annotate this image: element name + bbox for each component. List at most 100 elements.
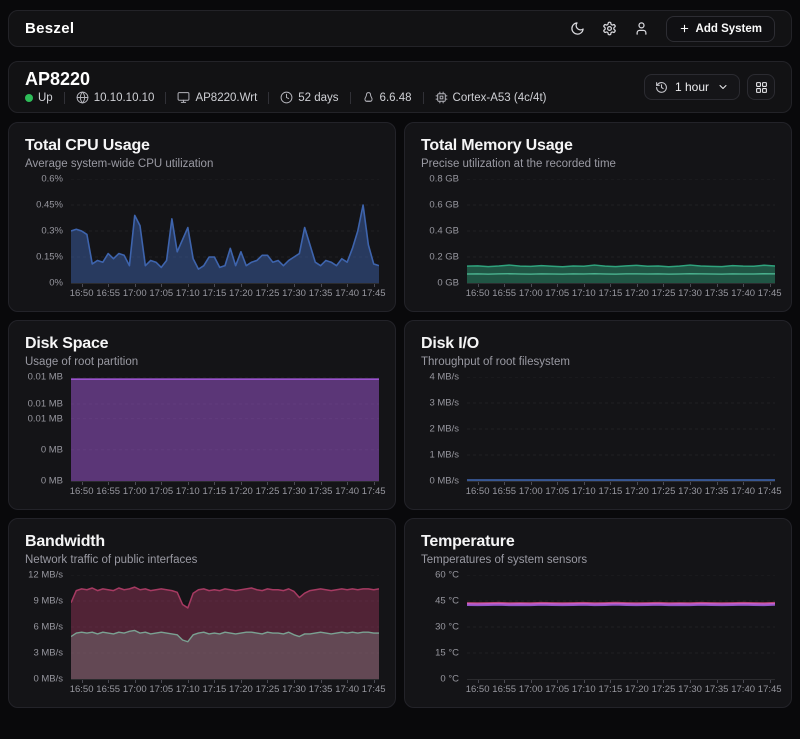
x-tick-mark — [347, 482, 348, 485]
y-axis: 0.01 MB0.01 MB0.01 MB0 MB0 MB — [25, 377, 71, 481]
chart-plot-area[interactable]: 16:5016:5517:0017:0517:1017:1517:2017:25… — [71, 377, 379, 481]
chart-plot-area[interactable]: 16:5016:5517:0017:0517:1017:1517:2017:25… — [71, 575, 379, 679]
y-tick-label: 45 °C — [435, 596, 459, 607]
layout-grid-button[interactable] — [747, 74, 775, 100]
x-tick-mark — [267, 482, 268, 485]
x-tick-label: 17:45 — [362, 288, 386, 299]
x-tick-label: 16:50 — [70, 684, 94, 695]
x-tick-mark — [82, 284, 83, 287]
memory-chart: 0.8 GB0.6 GB0.4 GB0.2 GB0 GB16:5016:5517… — [421, 179, 775, 300]
add-system-button[interactable]: Add System — [666, 16, 775, 42]
y-tick-label: 0 MB — [41, 445, 63, 456]
x-tick-label: 16:55 — [492, 486, 516, 497]
chart-plot-area[interactable]: 16:5016:5517:0017:0517:1017:1517:2017:25… — [467, 575, 775, 679]
x-tick-mark — [504, 482, 505, 485]
system-meta-row: Up 10.10.10.10 AP8220.Wrt — [25, 91, 546, 104]
x-tick-mark — [663, 284, 664, 287]
x-tick-label: 17:20 — [229, 288, 253, 299]
x-tick-mark — [294, 680, 295, 683]
x-tick-label: 17:05 — [149, 486, 173, 497]
x-tick-label: 17:15 — [598, 486, 622, 497]
x-tick-label: 17:25 — [652, 684, 676, 695]
x-tick-label: 17:20 — [229, 486, 253, 497]
system-kernel: 6.6.48 — [362, 91, 412, 104]
x-tick-mark — [690, 482, 691, 485]
y-tick-label: 3 MB/s — [429, 398, 459, 409]
page: Beszel Add System — [0, 0, 800, 708]
divider — [64, 92, 65, 104]
chart-canvas — [71, 575, 379, 679]
x-tick-label: 17:10 — [572, 486, 596, 497]
chart-plot-area[interactable]: 16:5016:5517:0017:0517:1017:1517:2017:25… — [467, 179, 775, 283]
chart-plot-area[interactable]: 16:5016:5517:0017:0517:1017:1517:2017:25… — [71, 179, 379, 283]
x-tick-mark — [241, 680, 242, 683]
globe-icon — [76, 91, 89, 104]
y-tick-label: 3 MB/s — [33, 648, 63, 659]
chart-card-disk-io: Disk I/O Throughput of root filesystem 4… — [404, 320, 792, 510]
x-tick-label: 17:30 — [282, 288, 306, 299]
chart-subtitle: Average system-wide CPU utilization — [25, 158, 379, 170]
x-tick-label: 17:10 — [176, 288, 200, 299]
y-tick-label: 30 °C — [435, 622, 459, 633]
x-tick-label: 16:55 — [492, 684, 516, 695]
plus-icon — [679, 23, 690, 34]
x-tick-mark — [214, 680, 215, 683]
x-tick-label: 16:55 — [492, 288, 516, 299]
user-icon — [634, 21, 649, 36]
brand-logo[interactable]: Beszel — [25, 20, 74, 37]
y-tick-label: 0.01 MB — [28, 372, 63, 383]
y-tick-label: 15 °C — [435, 648, 459, 659]
x-tick-label: 17:05 — [149, 684, 173, 695]
disk-io-chart: 4 MB/s3 MB/s2 MB/s1 MB/s0 MB/s16:5016:55… — [421, 377, 775, 498]
chart-plot-area[interactable]: 16:5016:5517:0017:0517:1017:1517:2017:25… — [467, 377, 775, 481]
theme-toggle-button[interactable] — [570, 21, 585, 36]
x-tick-label: 17:35 — [705, 684, 729, 695]
x-tick-mark — [743, 482, 744, 485]
settings-button[interactable] — [602, 21, 617, 36]
x-tick-mark — [637, 284, 638, 287]
chart-title: Temperature — [421, 533, 775, 551]
x-tick-mark — [321, 482, 322, 485]
time-range-select[interactable]: 1 hour — [644, 74, 740, 100]
x-tick-mark — [161, 284, 162, 287]
y-axis: 0.6%0.45%0.3%0.15%0% — [25, 179, 71, 283]
x-tick-mark — [294, 284, 295, 287]
x-tick-mark — [610, 482, 611, 485]
x-tick-mark — [241, 482, 242, 485]
x-tick-mark — [610, 680, 611, 683]
x-tick-label: 17:00 — [123, 288, 147, 299]
x-tick-mark — [610, 284, 611, 287]
system-ip-value: 10.10.10.10 — [94, 92, 155, 104]
x-tick-mark — [557, 284, 558, 287]
x-tick-mark — [690, 680, 691, 683]
x-tick-label: 17:20 — [625, 486, 649, 497]
x-tick-label: 17:40 — [731, 486, 755, 497]
x-tick-label: 16:55 — [96, 288, 120, 299]
x-tick-mark — [743, 680, 744, 683]
system-hostname-value: AP8220.Wrt — [195, 92, 257, 104]
x-tick-label: 17:35 — [309, 684, 333, 695]
x-tick-mark — [374, 680, 375, 683]
clock-icon — [280, 91, 293, 104]
x-tick-mark — [584, 284, 585, 287]
x-tick-mark — [135, 284, 136, 287]
y-axis: 4 MB/s3 MB/s2 MB/s1 MB/s0 MB/s — [421, 377, 467, 481]
user-menu-button[interactable] — [634, 21, 649, 36]
x-tick-label: 17:25 — [256, 486, 280, 497]
x-tick-mark — [135, 482, 136, 485]
x-tick-label: 17:30 — [678, 288, 702, 299]
chart-subtitle: Precise utilization at the recorded time — [421, 158, 775, 170]
x-tick-mark — [267, 680, 268, 683]
x-tick-mark — [531, 680, 532, 683]
chart-title: Disk I/O — [421, 335, 775, 353]
x-tick-mark — [347, 284, 348, 287]
y-tick-label: 6 MB/s — [33, 622, 63, 633]
moon-icon — [570, 21, 585, 36]
x-tick-label: 16:55 — [96, 684, 120, 695]
x-tick-label: 17:15 — [202, 684, 226, 695]
x-tick-label: 17:30 — [678, 486, 702, 497]
x-tick-mark — [321, 284, 322, 287]
y-tick-label: 1 MB/s — [429, 450, 459, 461]
status-dot — [25, 94, 33, 102]
x-tick-label: 17:15 — [202, 288, 226, 299]
